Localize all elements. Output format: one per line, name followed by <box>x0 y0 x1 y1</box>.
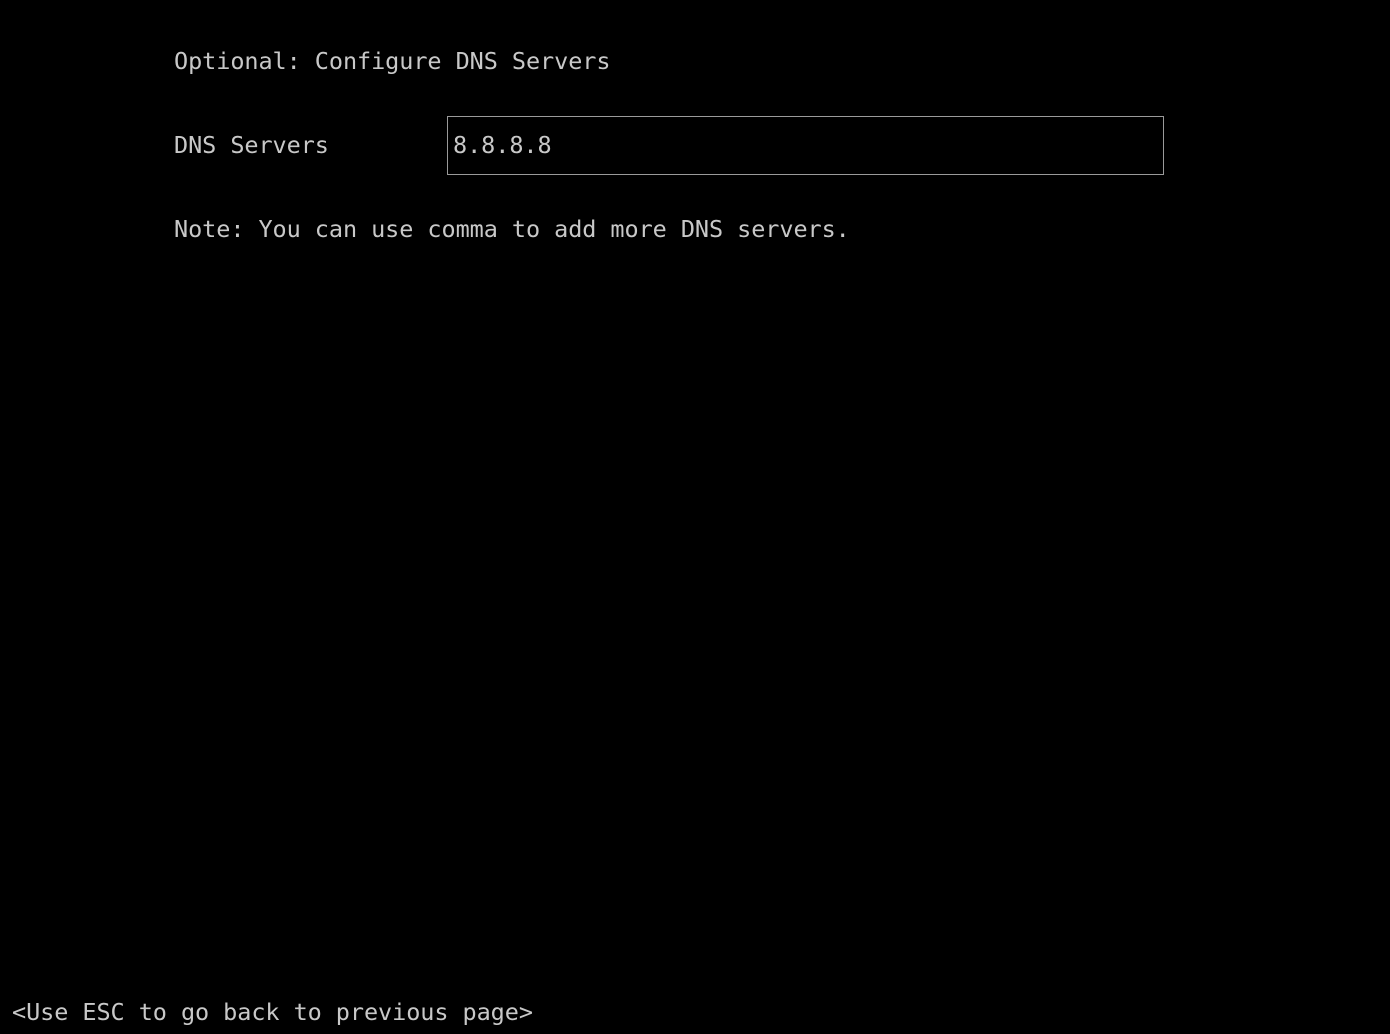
page-title: Optional: Configure DNS Servers <box>174 47 611 75</box>
installer-screen: Optional: Configure DNS Servers DNS Serv… <box>0 0 1390 1034</box>
dns-servers-note: Note: You can use comma to add more DNS … <box>174 215 850 243</box>
dns-servers-input-value[interactable]: 8.8.8.8 <box>453 131 552 159</box>
dns-servers-form-row: DNS Servers 8.8.8.8 <box>174 116 1164 175</box>
dns-servers-label: DNS Servers <box>174 131 329 159</box>
dns-servers-input[interactable]: 8.8.8.8 <box>447 116 1164 175</box>
footer-hint: <Use ESC to go back to previous page> <box>12 998 533 1026</box>
